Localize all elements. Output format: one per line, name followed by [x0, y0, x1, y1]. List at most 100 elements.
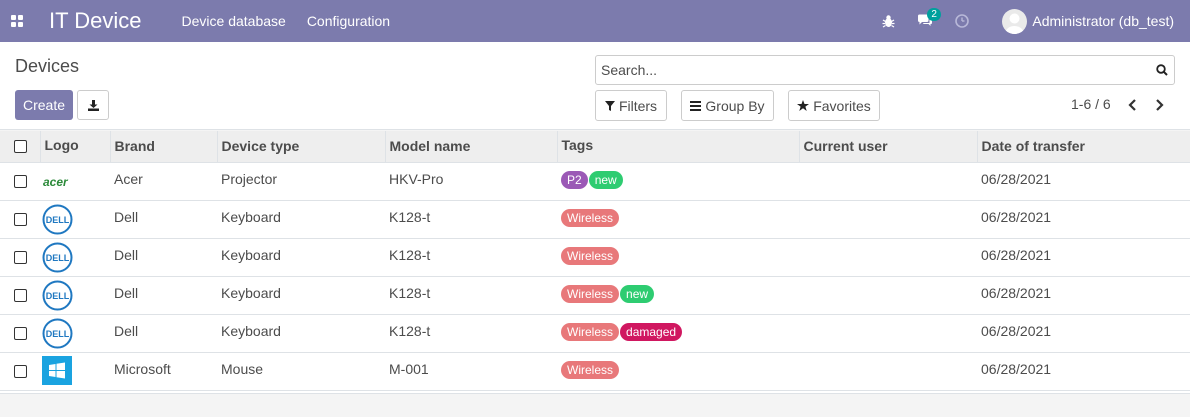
group-by-button[interactable]: Group By	[681, 90, 774, 121]
table-body: acer Acer Projector HKV-Pro P2 new 06/28/2021 D…	[0, 162, 1190, 390]
message-count-badge: 2	[927, 8, 941, 21]
tag-badge: Wireless	[561, 284, 620, 303]
column-header-logo[interactable]: Logo	[40, 131, 111, 163]
column-header-tags[interactable]: Tags	[557, 131, 800, 163]
device-list-view: Logo Brand Device type Model name Tags C…	[0, 131, 1190, 393]
cell-date-of-transfer: 06/28/2021	[981, 284, 1052, 301]
top-navbar: IT Device Device database Configuration …	[0, 0, 1190, 42]
user-menu-name[interactable]: Administrator (db_test)	[1032, 13, 1174, 29]
tag-badge: Wireless	[561, 246, 620, 265]
cell-tags: Wireless	[557, 238, 799, 276]
create-button[interactable]: Create	[15, 90, 73, 120]
row-select-checkbox[interactable]	[14, 364, 27, 378]
export-download-button[interactable]	[77, 90, 109, 120]
tag-badge: damaged	[620, 322, 683, 341]
star-icon	[797, 100, 810, 111]
cell-current-user	[799, 238, 977, 276]
menu-configuration[interactable]: Configuration	[307, 13, 390, 29]
row-select-cell	[0, 238, 40, 276]
search-icon[interactable]	[1150, 64, 1174, 76]
table-row[interactable]: DELL Dell Keyboard K128-t Wireless 06/28/2021	[0, 238, 1190, 276]
column-header-device-type[interactable]: Device type	[217, 131, 386, 163]
cell-date-of-transfer: 06/28/2021	[981, 208, 1052, 225]
column-header-model-name[interactable]: Model name	[385, 131, 558, 163]
debug-bug-icon[interactable]	[882, 14, 895, 28]
filters-button[interactable]: Filters	[595, 90, 667, 121]
user-avatar[interactable]	[1002, 8, 1028, 34]
cell-device-type: Keyboard	[221, 322, 281, 339]
cell-model-name: HKV-Pro	[389, 170, 444, 187]
svg-text:DELL: DELL	[46, 329, 70, 339]
column-header-brand[interactable]: Brand	[110, 131, 218, 163]
dell-logo: DELL	[40, 238, 110, 276]
row-select-cell	[0, 314, 40, 352]
column-header-date-of-transfer[interactable]: Date of transfer	[977, 131, 1190, 163]
tag-badge: new	[620, 284, 655, 303]
tag-badge: Wireless	[561, 208, 620, 227]
list-footer-space	[0, 393, 1190, 417]
cell-model-name: K128-t	[389, 246, 431, 263]
row-select-checkbox[interactable]	[14, 250, 27, 264]
cell-date-of-transfer: 06/28/2021	[981, 170, 1052, 187]
windows-logo	[40, 352, 110, 390]
cell-current-user	[799, 314, 977, 352]
cell-device-type: Keyboard	[221, 246, 281, 263]
row-select-cell	[0, 162, 40, 200]
search-box	[595, 55, 1175, 85]
search-input[interactable]	[596, 56, 1150, 84]
messaging-menu-button[interactable]: 2	[917, 8, 941, 28]
dell-logo: DELL	[40, 200, 110, 238]
svg-text:DELL: DELL	[46, 291, 70, 301]
pager-next-button[interactable]	[1152, 98, 1166, 112]
cell-device-type: Projector	[221, 170, 278, 187]
acer-logo: acer	[40, 162, 110, 200]
cell-date-of-transfer: 06/28/2021	[981, 360, 1052, 377]
filter-funnel-icon	[604, 100, 615, 111]
activity-clock-icon[interactable]	[955, 14, 970, 28]
row-select-checkbox[interactable]	[14, 288, 27, 302]
table-row[interactable]: DELL Dell Keyboard K128-t Wireless damaged 06/…	[0, 314, 1190, 352]
filters-label: Filters	[618, 97, 658, 114]
cell-brand: Dell	[114, 284, 139, 301]
row-select-cell	[0, 200, 40, 238]
cell-model-name: K128-t	[389, 208, 431, 225]
cell-tags: Wireless	[557, 352, 799, 390]
dell-logo: DELL	[40, 314, 110, 352]
cell-current-user	[799, 162, 977, 200]
table-row[interactable]: acer Acer Projector HKV-Pro P2 new 06/28/2021	[0, 162, 1190, 200]
table-row[interactable]: DELL Dell Keyboard K128-t Wireless 06/28/2021	[0, 200, 1190, 238]
row-select-checkbox[interactable]	[14, 174, 27, 188]
cell-brand: Dell	[114, 208, 139, 225]
list-bars-icon	[690, 100, 702, 111]
cell-model-name: K128-t	[389, 284, 431, 301]
chevron-right-icon	[1155, 99, 1164, 111]
cell-date-of-transfer: 06/28/2021	[981, 322, 1052, 339]
cell-tags: P2 new	[557, 162, 799, 200]
device-table: Logo Brand Device type Model name Tags C…	[0, 131, 1190, 391]
row-select-cell	[0, 276, 40, 314]
favorites-button[interactable]: Favorites	[788, 90, 880, 121]
chevron-left-icon	[1127, 99, 1136, 111]
dell-logo: DELL	[40, 276, 110, 314]
cell-tags: Wireless new	[557, 276, 799, 314]
svg-text:DELL: DELL	[46, 253, 70, 263]
select-all-checkbox[interactable]	[14, 139, 27, 153]
apps-menu-button[interactable]	[2, 0, 32, 42]
cell-device-type: Keyboard	[221, 208, 281, 225]
cell-tags: Wireless damaged	[557, 314, 799, 352]
table-row[interactable]: Microsoft Mouse M-001 Wireless 06/28/2021	[0, 352, 1190, 390]
cell-date-of-transfer: 06/28/2021	[981, 246, 1052, 263]
row-select-checkbox[interactable]	[14, 326, 27, 340]
row-select-checkbox[interactable]	[14, 212, 27, 226]
pager-value[interactable]: 1-6 / 6	[1071, 96, 1111, 112]
svg-text:DELL: DELL	[46, 215, 70, 225]
tag-badge: P2	[561, 170, 588, 189]
column-header-current-user[interactable]: Current user	[799, 131, 978, 163]
table-row[interactable]: DELL Dell Keyboard K128-t Wireless new 06/28/2…	[0, 276, 1190, 314]
menu-device-database[interactable]: Device database	[182, 13, 286, 29]
pager-previous-button[interactable]	[1125, 98, 1139, 112]
breadcrumb-devices: Devices	[15, 56, 80, 76]
cell-current-user	[799, 200, 977, 238]
select-all-header	[0, 131, 41, 163]
tag-badge: Wireless	[561, 360, 620, 379]
